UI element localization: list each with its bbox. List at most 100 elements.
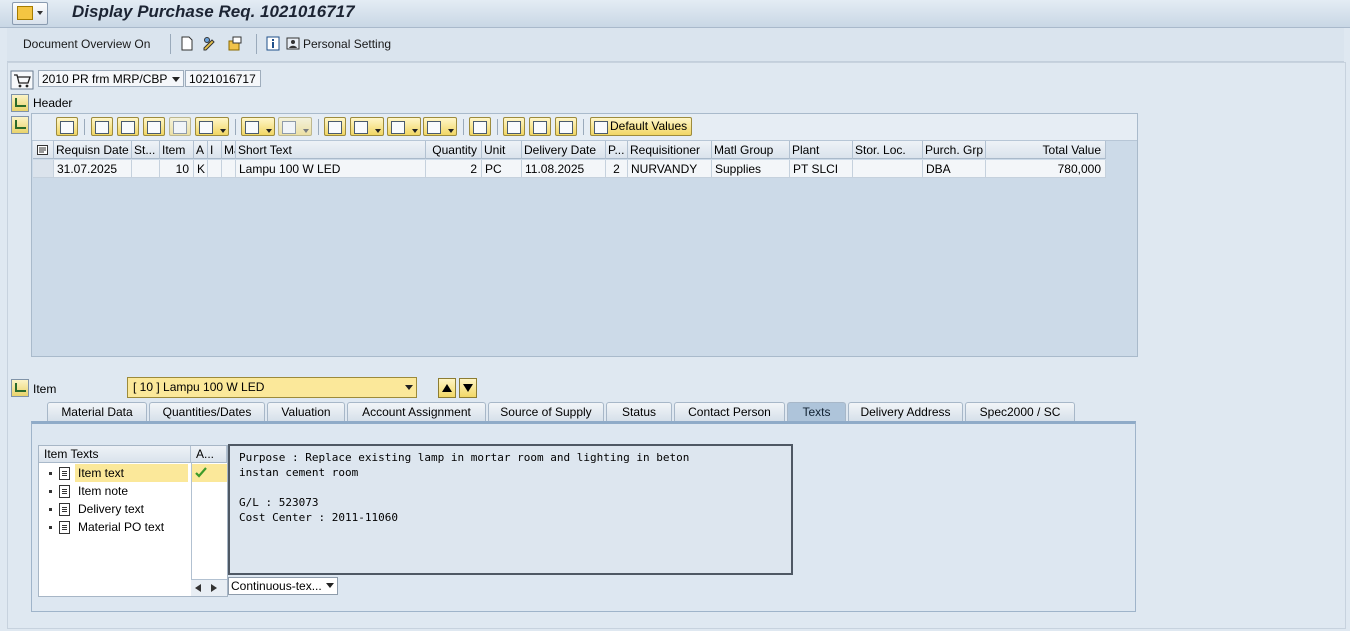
info-icon[interactable] (266, 36, 280, 51)
personal-setting-icon[interactable] (286, 36, 300, 51)
table-cell[interactable] (853, 160, 923, 178)
system-menu-button[interactable] (12, 2, 48, 25)
table-cell[interactable]: 780,000 (986, 160, 1106, 178)
views-button[interactable] (350, 117, 384, 136)
table-cell[interactable]: PT SLCI (790, 160, 853, 178)
item-overview-collapse-icon[interactable] (11, 116, 29, 134)
tab-source-of-supply[interactable]: Source of Supply (488, 402, 604, 421)
table-cell[interactable]: K (194, 160, 208, 178)
column-header-item-cat[interactable]: I (208, 141, 222, 159)
header-expand-icon[interactable] (11, 94, 29, 112)
application-toolbar: Document Overview On Personal Setting (7, 28, 1344, 62)
window-title: Display Purchase Req. 1021016717 (72, 2, 355, 21)
tree-item-item-text[interactable]: Item text (39, 464, 191, 482)
column-header-purch-grp[interactable]: Purch. Grp (923, 141, 986, 159)
create-document-icon[interactable] (180, 36, 194, 51)
table-cell[interactable] (132, 160, 160, 178)
layout-button[interactable] (423, 117, 457, 136)
row-selector[interactable] (33, 160, 54, 178)
column-header-plant[interactable]: Plant (790, 141, 853, 159)
export-button[interactable] (387, 117, 421, 136)
table-cell[interactable] (208, 160, 222, 178)
document-overview-button[interactable]: Document Overview On (23, 37, 150, 51)
tab-material-data[interactable]: Material Data (47, 402, 147, 421)
print-button[interactable] (324, 117, 346, 136)
dropdown-arrow-icon (375, 129, 381, 133)
text-format-select[interactable]: Continuous-tex... (228, 577, 338, 595)
attach-button[interactable] (555, 117, 577, 136)
dropdown-arrow-icon (412, 129, 418, 133)
tab-contact-person[interactable]: Contact Person (674, 402, 785, 421)
column-header-quantity[interactable]: Quantity (426, 141, 482, 159)
grid-info-button[interactable] (469, 117, 491, 136)
tab-spec2000-sc[interactable]: Spec2000 / SC (965, 402, 1075, 421)
column-header-total-value[interactable]: Total Value (986, 141, 1106, 159)
mass-change-button[interactable] (529, 117, 551, 136)
document-type-select[interactable]: 2010 PR frm MRP/CBP (38, 70, 184, 87)
table-cell[interactable]: NURVANDY (628, 160, 712, 178)
subtotal-button[interactable] (278, 117, 312, 136)
default-values-button[interactable]: Default Values (590, 117, 693, 136)
dropdown-arrow-icon (220, 129, 226, 133)
tree-item-item-note[interactable]: Item note (39, 482, 191, 500)
document-type-value: 2010 PR frm MRP/CBP (42, 72, 168, 86)
item-label: Item (33, 382, 57, 396)
column-header-item[interactable]: Item (160, 141, 194, 159)
item-select[interactable]: [ 10 ] Lampu 100 W LED (127, 377, 417, 398)
find-next-button[interactable] (169, 117, 191, 136)
copy-button[interactable] (503, 117, 525, 136)
table-cell[interactable]: 31.07.2025 (54, 160, 132, 178)
tab-texts[interactable]: Texts (787, 402, 846, 421)
find-button[interactable] (143, 117, 165, 136)
column-header-requisitioner[interactable]: Requisitioner (628, 141, 712, 159)
table-cell[interactable]: Lampu 100 W LED (236, 160, 426, 178)
previous-item-button[interactable] (438, 378, 456, 398)
table-cell[interactable]: 11.08.2025 (522, 160, 606, 178)
table-cell[interactable]: 10 (160, 160, 194, 178)
views-icon (354, 121, 368, 134)
select-all-cell[interactable] (33, 141, 54, 159)
column-header-material[interactable]: Ma (222, 141, 236, 159)
display-change-icon[interactable] (203, 36, 217, 51)
column-header-acct-cat[interactable]: A (194, 141, 208, 159)
tree-item-material-po-text[interactable]: Material PO text (39, 518, 191, 536)
column-header-priority[interactable]: P... (606, 141, 628, 159)
filter-button[interactable] (195, 117, 229, 136)
total-button[interactable] (241, 117, 275, 136)
table-cell[interactable]: 2 (426, 160, 482, 178)
scroll-left-icon[interactable] (195, 584, 201, 592)
tree-item-delivery-text[interactable]: Delivery text (39, 500, 191, 518)
horizontal-scrollbar[interactable] (191, 579, 227, 596)
tab-delivery-address[interactable]: Delivery Address (848, 402, 963, 421)
purchase-req-number-field[interactable]: 1021016717 (185, 70, 261, 87)
column-header-delivery-date[interactable]: Delivery Date (522, 141, 606, 159)
table-cell[interactable]: 2 (606, 160, 628, 178)
table-cell[interactable]: PC (482, 160, 522, 178)
column-header-matl-group[interactable]: Matl Group (712, 141, 790, 159)
tab-account-assignment[interactable]: Account Assignment (347, 402, 486, 421)
tab-quantities-dates[interactable]: Quantities/Dates (149, 402, 265, 421)
item-detail-collapse-icon[interactable] (11, 379, 29, 397)
item-overview-grid: Default Values Requisn Date St... Item A… (31, 113, 1138, 357)
personal-setting-button[interactable]: Personal Setting (303, 37, 391, 51)
sort-ascending-button[interactable] (91, 117, 113, 136)
column-divider (191, 463, 192, 596)
tab-status[interactable]: Status (606, 402, 672, 421)
tab-valuation[interactable]: Valuation (267, 402, 345, 421)
column-header-short-text[interactable]: Short Text (236, 141, 426, 159)
column-header-requisn-date[interactable]: Requisn Date (54, 141, 132, 159)
text-editor[interactable]: Purpose : Replace existing lamp in morta… (228, 444, 793, 575)
column-header-status[interactable]: St... (132, 141, 160, 159)
other-document-icon[interactable] (228, 36, 242, 51)
next-item-button[interactable] (459, 378, 477, 398)
table-cell[interactable] (222, 160, 236, 178)
table-cell[interactable]: DBA (923, 160, 986, 178)
table-cell[interactable]: Supplies (712, 160, 790, 178)
scroll-right-icon[interactable] (211, 584, 217, 592)
sort-descending-button[interactable] (117, 117, 139, 136)
column-header-stor-loc[interactable]: Stor. Loc. (853, 141, 923, 159)
toolbar-separator (235, 119, 236, 135)
tree-header-active: A... (191, 446, 227, 463)
column-header-unit[interactable]: Unit (482, 141, 522, 159)
details-button[interactable] (56, 117, 78, 136)
